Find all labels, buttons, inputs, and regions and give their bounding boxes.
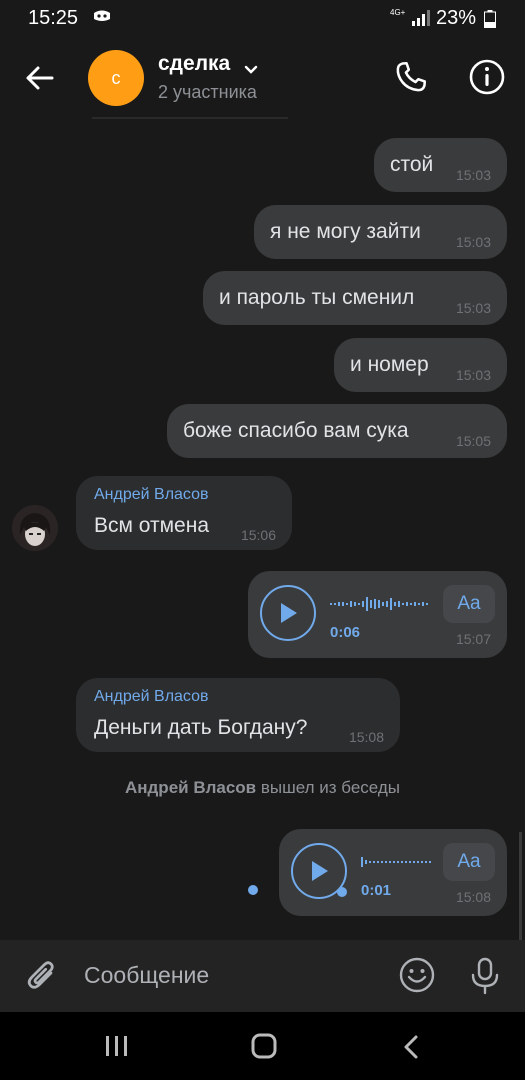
message-text: и пароль ты сменил xyxy=(219,286,415,309)
message-time: 15:06 xyxy=(240,527,276,543)
message-composer: Сообщение xyxy=(0,940,525,1012)
signal-icon xyxy=(411,10,431,31)
divider xyxy=(92,117,288,119)
phone-icon[interactable] xyxy=(392,58,430,101)
status-bar: 15:25 4G+ 23% xyxy=(0,0,525,36)
transcribe-button[interactable]: Aa xyxy=(443,585,495,623)
scrollbar[interactable] xyxy=(519,832,522,942)
message-time: 15:08 xyxy=(455,889,491,905)
info-icon[interactable] xyxy=(468,58,506,101)
message-bubble[interactable]: Андрей Власов Всм отмена 15:06 xyxy=(76,476,292,550)
unread-indicator xyxy=(248,885,258,895)
status-time: 15:25 xyxy=(28,7,79,29)
message-time: 15:03 xyxy=(455,167,491,183)
battery-icon xyxy=(484,10,496,33)
message-bubble[interactable]: и номер 15:03 xyxy=(334,338,507,392)
message-bubble[interactable]: боже спасибо вам сука 15:05 xyxy=(167,404,507,458)
message-text: Деньги дать Богдану? xyxy=(94,716,308,739)
microphone-icon[interactable] xyxy=(468,956,502,1001)
chat-header: с сделка 2 участника xyxy=(0,36,525,120)
play-icon xyxy=(312,861,328,881)
system-action: вышел из беседы xyxy=(256,778,401,797)
recent-apps-icon[interactable] xyxy=(104,1034,130,1063)
message-text: я не могу зайти xyxy=(270,220,421,243)
message-author[interactable]: Андрей Власов xyxy=(94,486,209,504)
message-time: 15:03 xyxy=(455,300,491,316)
play-icon xyxy=(281,603,297,623)
user-avatar[interactable] xyxy=(12,505,58,551)
chat-subtitle: 2 участника xyxy=(158,82,257,102)
message-text: Всм отмена xyxy=(94,514,210,537)
message-time: 15:05 xyxy=(455,433,491,449)
chat-avatar[interactable]: с xyxy=(88,50,144,106)
message-time: 15:07 xyxy=(455,631,491,647)
voice-message[interactable]: 0:01 Aa 15:08 xyxy=(279,829,507,916)
emoji-icon[interactable] xyxy=(398,956,436,999)
waveform[interactable] xyxy=(330,595,430,613)
chevron-down-icon[interactable] xyxy=(244,62,258,80)
message-input[interactable]: Сообщение xyxy=(84,962,209,989)
play-button[interactable] xyxy=(260,585,316,641)
message-bubble[interactable]: Андрей Власов Деньги дать Богдану? 15:08 xyxy=(76,678,400,752)
message-time: 15:03 xyxy=(455,367,491,383)
waveform[interactable] xyxy=(361,853,433,871)
message-time: 15:03 xyxy=(455,234,491,250)
message-text: стой xyxy=(390,153,434,176)
system-nav-bar xyxy=(0,1012,525,1080)
back-arrow-icon[interactable] xyxy=(22,60,58,96)
playback-dot xyxy=(337,887,347,897)
message-bubble[interactable]: стой 15:03 xyxy=(374,138,507,192)
message-time: 15:08 xyxy=(348,729,384,745)
chat-title[interactable]: сделка xyxy=(158,52,230,76)
message-text: боже спасибо вам сука xyxy=(183,419,409,442)
message-author[interactable]: Андрей Власов xyxy=(94,688,209,706)
message-bubble[interactable]: я не могу зайти 15:03 xyxy=(254,205,507,259)
notification-icon xyxy=(92,9,112,30)
network-type: 4G+ xyxy=(390,8,406,17)
paperclip-icon[interactable] xyxy=(24,956,60,1001)
system-user-name[interactable]: Андрей Власов xyxy=(125,778,256,797)
voice-message[interactable]: 0:06 Aa 15:07 xyxy=(248,571,507,658)
system-message: Андрей Власов вышел из беседы xyxy=(0,778,525,798)
home-icon[interactable] xyxy=(250,1032,278,1065)
message-bubble[interactable]: и пароль ты сменил 15:03 xyxy=(203,271,507,325)
voice-duration: 0:06 xyxy=(330,624,361,641)
message-text: и номер xyxy=(350,353,429,376)
transcribe-button[interactable]: Aa xyxy=(443,843,495,881)
voice-duration: 0:01 xyxy=(361,882,392,899)
nav-back-icon[interactable] xyxy=(402,1034,420,1065)
battery-percent: 23% xyxy=(436,7,477,29)
